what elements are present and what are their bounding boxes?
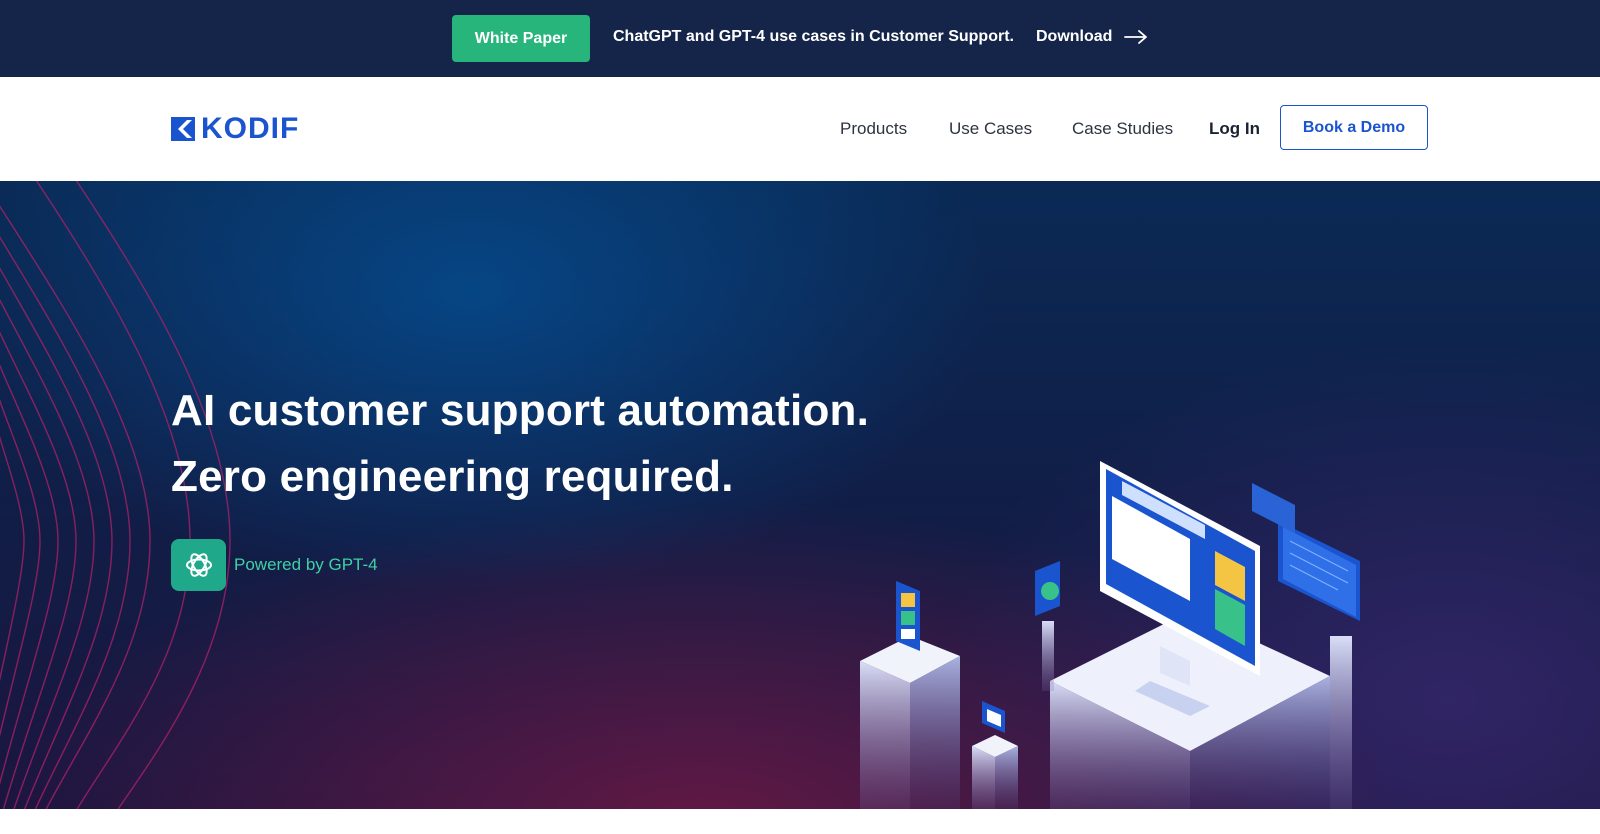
white-paper-badge[interactable]: White Paper: [452, 15, 590, 62]
download-label: Download: [1036, 28, 1113, 45]
powered-by-label: Powered by GPT-4: [234, 555, 378, 574]
openai-logo-icon: [185, 553, 212, 577]
hero-headline-line1: AI customer support automation.: [171, 386, 870, 435]
hero-headline-line2: Zero engineering required.: [171, 452, 734, 501]
arrow-right-icon: [1124, 30, 1148, 44]
download-link[interactable]: Download: [1036, 28, 1148, 46]
isometric-illustration: [860, 461, 1360, 809]
kodif-logo[interactable]: KODIF: [171, 114, 299, 144]
main-nav: KODIF Products Use Cases Case Studies Lo…: [0, 77, 1600, 181]
announcement-bar: White Paper ChatGPT and GPT-4 use cases …: [0, 0, 1600, 77]
hero-section: AI customer support automation. Zero eng…: [0, 181, 1600, 809]
nav-use-cases[interactable]: Use Cases: [949, 119, 1032, 139]
openai-badge: [171, 539, 226, 591]
page-bottom: [0, 809, 1600, 834]
book-demo-button[interactable]: Book a Demo: [1280, 105, 1428, 150]
login-link[interactable]: Log In: [1209, 119, 1260, 139]
nav-products[interactable]: Products: [840, 119, 907, 139]
logo-text: KODIF: [201, 112, 300, 145]
nav-case-studies[interactable]: Case Studies: [1072, 119, 1173, 139]
announcement-text: ChatGPT and GPT-4 use cases in Customer …: [613, 28, 1014, 45]
kodif-k-icon: [171, 117, 195, 141]
